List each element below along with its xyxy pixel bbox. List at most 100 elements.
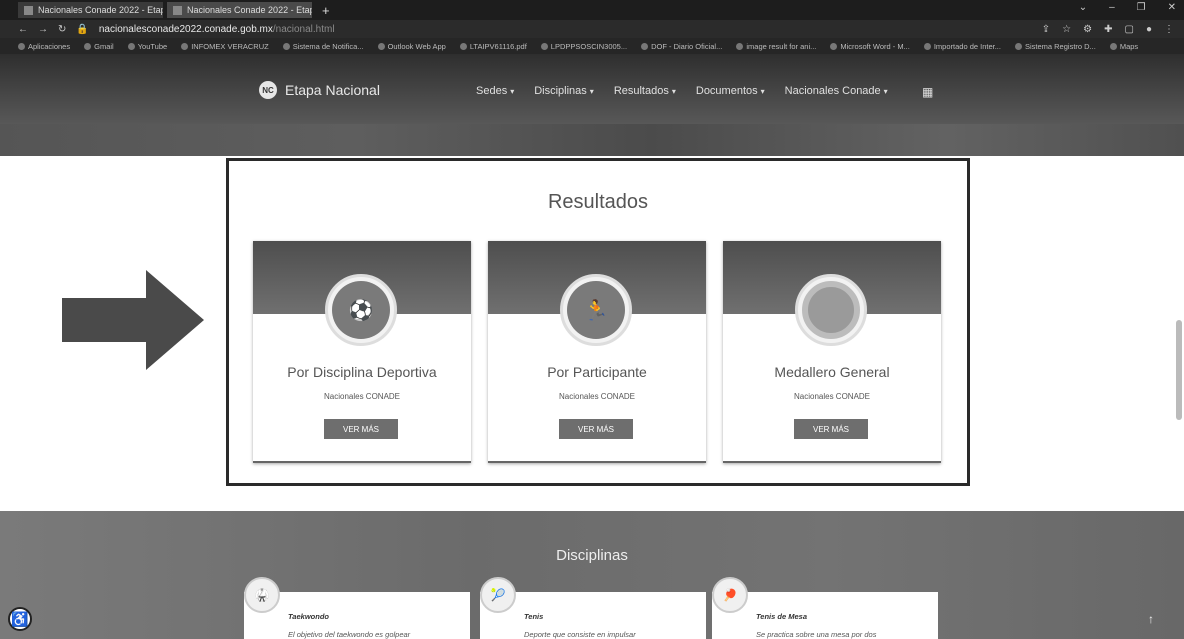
browser-tab-bar: Nacionales Conade 2022 - Etapa × Naciona… bbox=[0, 0, 1184, 20]
disciplina-description: Se practica sobre una mesa por dos bbox=[756, 630, 877, 639]
card-title: Por Disciplina Deportiva bbox=[287, 364, 437, 380]
bookmark-item[interactable]: INFOMEX VERACRUZ bbox=[181, 42, 269, 51]
ver-mas-button[interactable]: VER MÁS bbox=[324, 419, 398, 439]
close-window-icon[interactable]: ✕ bbox=[1168, 2, 1176, 13]
gmail-icon bbox=[84, 42, 92, 50]
hero-image bbox=[0, 124, 1184, 156]
favicon-icon bbox=[24, 5, 33, 15]
reload-icon[interactable]: ↻ bbox=[58, 24, 66, 35]
file-icon bbox=[459, 42, 467, 50]
bookmark-item[interactable]: Maps bbox=[1109, 42, 1138, 51]
chevron-down-icon: ▾ bbox=[760, 87, 765, 96]
site-brand[interactable]: Etapa Nacional bbox=[285, 82, 380, 98]
forward-icon[interactable]: → bbox=[38, 24, 48, 35]
athlete-bib-icon: 🏃 bbox=[560, 274, 632, 346]
globe-icon bbox=[282, 42, 290, 50]
globe-icon bbox=[830, 42, 838, 50]
card-subtitle: Nacionales CONADE bbox=[323, 392, 401, 401]
tab-label: Nacionales Conade 2022 - Etapa bbox=[38, 5, 163, 15]
share-icon[interactable]: ⇪ bbox=[1042, 24, 1050, 35]
taekwondo-icon: 🥋 bbox=[244, 577, 280, 613]
result-card-disciplina: ⚽ Por Disciplina Deportiva Nacionales CO… bbox=[253, 241, 471, 463]
bookmark-item[interactable]: LTAIPV61116.pdf bbox=[459, 42, 527, 51]
bookmark-item[interactable]: Importado de Inter... bbox=[923, 42, 1001, 51]
bookmark-item[interactable]: Sistema Registro D... bbox=[1014, 42, 1096, 51]
bookmark-item[interactable]: Outlook Web App bbox=[377, 42, 446, 51]
star-icon[interactable]: ☆ bbox=[1062, 24, 1071, 35]
ver-mas-button[interactable]: VER MÁS bbox=[559, 419, 633, 439]
minimize-icon[interactable]: – bbox=[1109, 2, 1115, 13]
page: Nacionales Conade 2022 - Etapa × Naciona… bbox=[0, 0, 1184, 639]
menu-item-resultados[interactable]: Resultados ▾ bbox=[614, 85, 676, 97]
profile-icon[interactable]: ● bbox=[1146, 24, 1152, 35]
dof-icon bbox=[641, 42, 649, 50]
sidebar-icon[interactable]: ▢ bbox=[1125, 24, 1134, 35]
bookmark-item[interactable]: Aplicaciones bbox=[18, 42, 70, 51]
site-header: NC Etapa Nacional Sedes ▾ Disciplinas ▾ Re… bbox=[0, 54, 1184, 156]
extension-icon[interactable]: ⚙ bbox=[1083, 24, 1092, 35]
globe-icon bbox=[1014, 42, 1022, 50]
menu-item-nacionales-conade[interactable]: Nacionales Conade ▾ bbox=[785, 85, 888, 97]
globe-icon bbox=[181, 42, 189, 50]
ver-mas-button[interactable]: VER MÁS bbox=[794, 419, 868, 439]
disciplina-name: Tenis bbox=[524, 612, 544, 621]
browser-tab-active[interactable]: Nacionales Conade 2022 - Etapa × bbox=[167, 2, 312, 18]
main-menu: Sedes ▾ Disciplinas ▾ Resultados ▾ Document… bbox=[476, 85, 888, 97]
chevron-down-icon: ▾ bbox=[510, 87, 515, 96]
apps-icon bbox=[18, 42, 25, 50]
bookmarks-bar: Aplicaciones Gmail YouTube INFOMEX VERAC… bbox=[0, 38, 1184, 54]
lock-icon: 🔒 bbox=[76, 23, 89, 35]
chevron-down-icon: ▾ bbox=[671, 87, 676, 96]
favicon-icon bbox=[173, 5, 182, 15]
site-logo[interactable]: NC bbox=[259, 81, 277, 99]
window-controls: ⌄ – ❐ ✕ bbox=[1079, 2, 1176, 13]
scrollbar[interactable] bbox=[1176, 320, 1182, 420]
scroll-to-top-icon[interactable]: ↑ bbox=[1148, 612, 1154, 626]
maps-icon bbox=[1109, 42, 1117, 50]
bookmark-item[interactable]: Gmail bbox=[84, 42, 114, 51]
browser-actions: ⇪ ☆ ⚙ ✚ ▢ ● ⋮ bbox=[1042, 24, 1184, 35]
globe-icon bbox=[736, 42, 744, 50]
disciplinas-section: Disciplinas Taekwondo El objetivo del ta… bbox=[0, 511, 1184, 639]
disciplinas-title: Disciplinas bbox=[556, 547, 628, 564]
bookmark-item[interactable]: Microsoft Word - M... bbox=[830, 42, 910, 51]
menu-item-documentos[interactable]: Documentos ▾ bbox=[696, 85, 765, 97]
new-tab-icon[interactable]: + bbox=[322, 3, 330, 18]
result-card-medallero: Medallero General Nacionales CONADE VER … bbox=[723, 241, 941, 463]
disciplina-description: El objetivo del taekwondo es golpear bbox=[288, 630, 411, 639]
back-icon[interactable]: ← bbox=[18, 24, 28, 35]
card-subtitle: Nacionales CONADE bbox=[793, 392, 871, 401]
result-card-participante: 🏃 Por Participante Nacionales CONADE VER… bbox=[488, 241, 706, 463]
youtube-icon bbox=[127, 42, 135, 50]
browser-tab[interactable]: Nacionales Conade 2022 - Etapa × bbox=[18, 2, 163, 18]
accessibility-icon[interactable]: ♿ bbox=[8, 607, 32, 631]
card-subtitle: Nacionales CONADE bbox=[558, 392, 636, 401]
card-title: Medallero General bbox=[774, 364, 890, 380]
maximize-icon[interactable]: ❐ bbox=[1137, 2, 1146, 13]
card-title: Por Participante bbox=[547, 364, 647, 380]
disciplina-name: Taekwondo bbox=[288, 612, 329, 621]
url-field[interactable]: nacionalesconade2022.conade.gob.mx/nacio… bbox=[99, 24, 335, 35]
disciplina-name: Tenis de Mesa bbox=[756, 612, 807, 621]
address-bar: ← → ↻ 🔒 nacionalesconade2022.conade.gob.… bbox=[0, 20, 1184, 38]
results-section: Resultados ⚽ Por Disciplina Deportiva Na… bbox=[226, 158, 970, 486]
bookmark-item[interactable]: YouTube bbox=[127, 42, 167, 51]
puzzle-icon[interactable]: ✚ bbox=[1104, 24, 1112, 35]
file-icon bbox=[540, 42, 548, 50]
bookmark-item[interactable]: DOF - Diario Oficial... bbox=[641, 42, 722, 51]
bookmark-item[interactable]: image result for ani... bbox=[736, 42, 816, 51]
chevron-down-icon[interactable]: ⌄ bbox=[1079, 2, 1087, 13]
bookmark-item[interactable]: Sistema de Notifica... bbox=[282, 42, 364, 51]
tab-label: Nacionales Conade 2022 - Etapa bbox=[187, 5, 312, 15]
medal-icon bbox=[795, 274, 867, 346]
chevron-down-icon: ▾ bbox=[589, 87, 594, 96]
menu-item-disciplinas[interactable]: Disciplinas ▾ bbox=[534, 85, 594, 97]
grid-icon[interactable]: ▦ bbox=[922, 85, 933, 99]
bookmark-item[interactable]: LPDPPSOSCIN3005... bbox=[540, 42, 627, 51]
table-tennis-icon: 🏓 bbox=[712, 577, 748, 613]
menu-item-sedes[interactable]: Sedes ▾ bbox=[476, 85, 514, 97]
results-title: Resultados bbox=[547, 191, 649, 213]
tennis-icon: 🎾 bbox=[480, 577, 516, 613]
menu-icon[interactable]: ⋮ bbox=[1164, 24, 1174, 35]
disciplina-description: Deporte que consiste en impulsar bbox=[524, 630, 636, 639]
